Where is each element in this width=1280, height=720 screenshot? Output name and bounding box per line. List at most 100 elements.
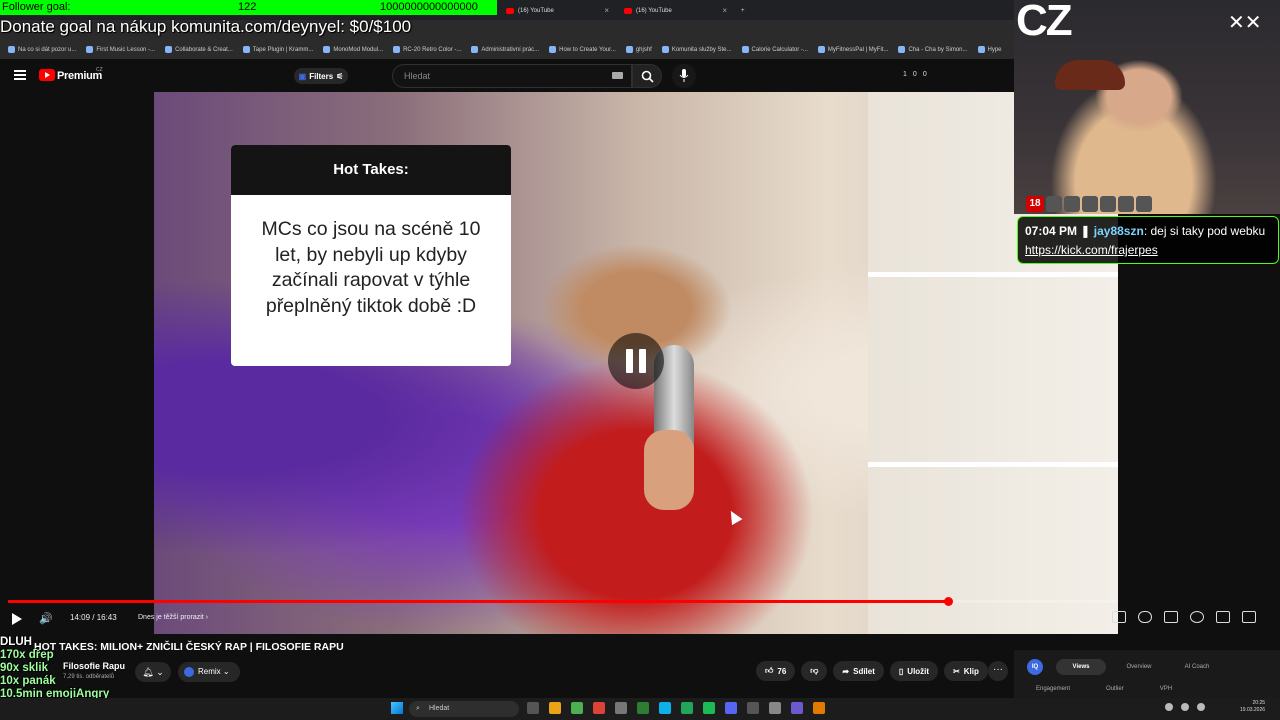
filters-button[interactable]: ▣ Filters ⚟	[294, 68, 348, 84]
play-icon[interactable]	[12, 613, 22, 625]
search-icon: ⌕	[416, 705, 420, 712]
voice-search-button[interactable]	[672, 64, 696, 88]
browser-tab[interactable]: (16) YouTube ×	[618, 3, 733, 18]
network-icon[interactable]	[1165, 703, 1173, 711]
taskbar-app-icon[interactable]	[791, 702, 803, 714]
follower-goal-bar: Follower goal: 122 1000000000000000	[0, 0, 497, 15]
volume-icon[interactable]: 🔊	[39, 612, 53, 625]
pause-icon[interactable]	[608, 333, 664, 389]
search-button[interactable]	[632, 64, 662, 88]
taskbar-app-icon[interactable]	[571, 702, 583, 714]
taskbar-app-icon[interactable]	[549, 702, 561, 714]
bookmark-item[interactable]: Tape Plugin | Kramm...	[242, 46, 313, 53]
taskbar-app-icon[interactable]	[527, 702, 539, 714]
new-tab-button[interactable]: +	[735, 3, 749, 18]
taskbar-app-icon[interactable]	[593, 702, 605, 714]
bookmark-favicon-icon	[393, 46, 401, 53]
video-actions: 👍︎ 76 👎︎ ➦ Sdílet ▯ Uložit ✂ Klip	[756, 661, 988, 681]
bookmark-favicon-icon	[625, 46, 633, 53]
taskbar-search[interactable]: ⌕ Hledat	[409, 701, 519, 717]
follower-goal-label: Follower goal:	[2, 1, 71, 13]
taskbar-app-icon[interactable]	[681, 702, 693, 714]
search-input[interactable]: Hledat	[392, 64, 632, 88]
tab-views[interactable]: Views	[1056, 659, 1106, 675]
chat-text: dej si taky pod webku	[1150, 224, 1266, 238]
player-right-controls	[1112, 611, 1256, 623]
dislike-button[interactable]: 👎︎	[801, 661, 828, 681]
bookmark-item[interactable]: MonoMod Modul...	[323, 46, 383, 53]
thumbs-down-icon: 👎︎	[810, 666, 819, 675]
iq-icon[interactable]	[1112, 611, 1126, 623]
battery-icon[interactable]	[1197, 703, 1205, 711]
hot-takes-body: MCs co jsou na scéně 10 let, by nebyli u…	[261, 218, 481, 317]
x-mark-icon: ✕✕	[1228, 12, 1262, 34]
taskbar-app-icon[interactable]	[637, 702, 649, 714]
bookmark-item[interactable]: ghjshf	[625, 46, 652, 53]
chat-link[interactable]: https://kick.com/frajerpes	[1025, 243, 1158, 257]
bookmark-item[interactable]: Hype	[977, 46, 1002, 53]
share-button[interactable]: ➦ Sdílet	[833, 661, 884, 681]
bookmark-item[interactable]: Collaborate & Creat...	[165, 46, 233, 53]
badge-icon	[1064, 196, 1080, 212]
time-display: 14:09 / 16:43	[70, 613, 117, 622]
bookmark-item[interactable]: Komunita služby Ste...	[661, 46, 732, 53]
bookmark-favicon-icon	[661, 46, 669, 53]
settings-gear-icon[interactable]	[1190, 611, 1204, 623]
autoplay-toggle[interactable]	[1138, 611, 1152, 623]
miniplayer-icon[interactable]	[1216, 611, 1230, 623]
save-button[interactable]: ▯ Uložit	[889, 661, 939, 681]
close-icon[interactable]: ×	[604, 6, 609, 15]
chat-badges: 18	[1026, 196, 1152, 212]
debt-item: 170x dřep	[0, 649, 54, 661]
bookmark-favicon-icon	[165, 46, 173, 53]
bookmark-item[interactable]: Na co si dát pozor u...	[8, 46, 76, 53]
hot-takes-title: Hot Takes:	[231, 145, 511, 195]
volume-icon[interactable]	[1181, 703, 1189, 711]
clip-button[interactable]: ✂ Klip	[944, 661, 988, 681]
close-icon[interactable]: ×	[722, 6, 727, 15]
like-button[interactable]: 👍︎ 76	[756, 661, 796, 681]
chat-time: 07:04 PM	[1025, 224, 1078, 238]
thumbs-up-icon: 👍︎	[765, 666, 774, 675]
hamburger-menu-icon[interactable]	[14, 70, 26, 80]
sliders-icon: ⚟	[336, 71, 344, 81]
bookmark-favicon-icon	[549, 46, 557, 53]
taskbar-app-icon[interactable]	[769, 702, 781, 714]
bookmark-item[interactable]: Administrativní prác...	[471, 46, 539, 53]
youtube-logo-icon[interactable]	[39, 69, 55, 81]
scrubber-handle[interactable]	[943, 597, 953, 606]
taskbar-app-icon[interactable]	[813, 702, 825, 714]
subtitles-icon[interactable]	[1164, 611, 1178, 623]
taskbar-clock[interactable]: 20:25 19.03.2026	[1240, 700, 1265, 714]
taskbar-app-icon[interactable]	[615, 702, 627, 714]
follower-count: 122	[238, 1, 257, 13]
chapter-title[interactable]: Dnes je těžší prorazit ›	[138, 614, 208, 621]
bookmark-item[interactable]: First Music Lesson -...	[86, 46, 155, 53]
taskbar-app-icon[interactable]	[703, 702, 715, 714]
taskbar-app-icon[interactable]	[747, 702, 759, 714]
bookmark-favicon-icon	[323, 46, 331, 53]
more-options-button[interactable]: ···	[988, 661, 1008, 681]
tab-ai-coach[interactable]: AI Coach	[1172, 659, 1222, 675]
iq-columns: Engagement Outlier VPH	[1036, 686, 1172, 692]
browser-tab[interactable]: (16) YouTube ×	[500, 3, 615, 18]
bookmark-item[interactable]: MyFitnessPal | MyFit...	[817, 46, 888, 53]
follower-goal-target: 1000000000000000	[380, 1, 478, 13]
badge-icon	[1118, 196, 1134, 212]
windows-start-icon[interactable]	[391, 702, 403, 714]
search-icon	[641, 70, 654, 83]
taskbar-app-icon[interactable]	[725, 702, 737, 714]
keyboard-icon[interactable]	[612, 72, 623, 79]
stat-value: 0	[922, 71, 927, 78]
taskbar-apps	[527, 702, 825, 714]
taskbar-app-icon[interactable]	[659, 702, 671, 714]
bookmark-favicon-icon	[471, 46, 479, 53]
bookmark-item[interactable]: Cha - Cha by Simon...	[898, 46, 968, 53]
bookmark-item[interactable]: RC-20 Retro Color -...	[393, 46, 461, 53]
share-icon: ➦	[842, 666, 850, 676]
fullscreen-icon[interactable]	[1242, 611, 1256, 623]
bookmark-item[interactable]: Calorie Calculator -...	[741, 46, 808, 53]
chat-message: 07:04 PM ❚ jay88szn: dej si taky pod web…	[1017, 216, 1279, 264]
tab-overview[interactable]: Overview	[1114, 659, 1164, 675]
bookmark-item[interactable]: How to Create Your...	[549, 46, 616, 53]
